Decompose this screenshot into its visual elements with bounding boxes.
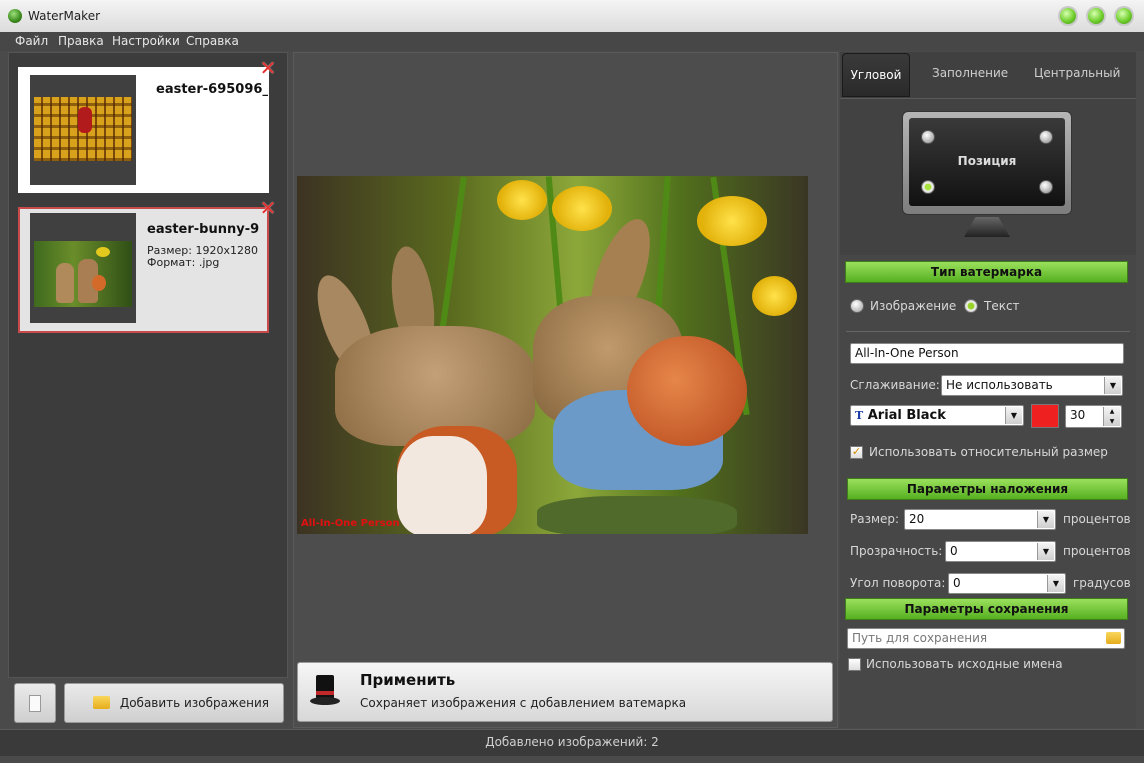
status-bar: Добавлено изображений: 2 bbox=[0, 729, 1144, 756]
tab-center[interactable]: Центральный bbox=[1034, 66, 1120, 80]
angle-label: Угол поворота: bbox=[850, 576, 946, 590]
chevron-down-icon: ▼ bbox=[1037, 543, 1054, 560]
apply-button[interactable]: Применить Сохраняет изображения с добавл… bbox=[297, 662, 833, 722]
add-images-button[interactable]: Добавить изображения bbox=[64, 683, 284, 723]
truetype-font-icon: T bbox=[855, 409, 864, 422]
browse-folder-icon[interactable] bbox=[1106, 632, 1121, 644]
opacity-value: 0 bbox=[950, 544, 958, 558]
position-selector: Позиция bbox=[840, 98, 1136, 255]
save-path-input[interactable]: Путь для сохранения bbox=[847, 628, 1125, 649]
size-label: Размер: bbox=[850, 512, 900, 526]
size-unit: процентов bbox=[1063, 512, 1131, 526]
relative-size-label[interactable]: Использовать относительный размер bbox=[869, 445, 1108, 459]
image-thumbnail bbox=[30, 213, 136, 323]
original-names-checkbox[interactable] bbox=[848, 658, 861, 671]
image-list-item[interactable]: easter-695096_... bbox=[18, 67, 269, 193]
menu-help[interactable]: Справка bbox=[186, 34, 239, 48]
magic-hat-icon bbox=[310, 675, 340, 707]
angle-select[interactable]: 0 ▼ bbox=[948, 573, 1066, 594]
document-icon bbox=[29, 695, 41, 712]
watermark-text-input[interactable]: All-In-One Person bbox=[850, 343, 1124, 364]
maximize-button[interactable] bbox=[1086, 6, 1106, 26]
size-value: 20 bbox=[909, 512, 925, 526]
menu-edit[interactable]: Правка bbox=[58, 34, 104, 48]
chevron-down-icon: ▼ bbox=[1005, 407, 1022, 424]
position-label: Позиция bbox=[957, 154, 1017, 168]
add-images-label: Добавить изображения bbox=[119, 696, 269, 710]
remove-image-icon[interactable]: ✕ bbox=[259, 58, 277, 78]
type-image-radio[interactable] bbox=[850, 299, 864, 313]
original-names-label[interactable]: Использовать исходные имена bbox=[866, 657, 1063, 671]
apply-title: Применить bbox=[360, 671, 456, 689]
type-text-label[interactable]: Текст bbox=[984, 299, 1020, 313]
font-size-spinbox[interactable]: 30 ▲ ▼ bbox=[1065, 405, 1122, 428]
type-text-radio[interactable] bbox=[964, 299, 978, 313]
menu-settings[interactable]: Настройки bbox=[112, 34, 180, 48]
image-file-name: easter-695096_... bbox=[156, 82, 268, 97]
folder-icon bbox=[93, 696, 110, 709]
relative-size-checkbox[interactable]: ✓ bbox=[850, 446, 863, 459]
app-logo-icon bbox=[8, 9, 22, 23]
new-document-button[interactable] bbox=[14, 683, 56, 723]
type-image-label[interactable]: Изображение bbox=[870, 299, 956, 313]
app-window: WaterMaker Файл Правка Настройки Справка… bbox=[0, 0, 1144, 763]
angle-unit: градусов bbox=[1073, 576, 1131, 590]
opacity-unit: процентов bbox=[1063, 544, 1131, 558]
font-size-value: 30 bbox=[1070, 408, 1086, 422]
image-format: Формат: .jpg bbox=[147, 256, 220, 269]
position-mode-tabs: Угловой Заполнение Центральный bbox=[840, 52, 1136, 98]
settings-panel: Угловой Заполнение Центральный Позиция Т… bbox=[840, 52, 1136, 728]
close-button[interactable] bbox=[1114, 6, 1134, 26]
image-file-name: easter-bunny-9... bbox=[147, 222, 259, 237]
menu-file[interactable]: Файл bbox=[15, 34, 48, 48]
overlay-params-header: Параметры наложения bbox=[847, 478, 1128, 500]
apply-description: Сохраняет изображения с добавлением вате… bbox=[360, 696, 687, 710]
position-bottom-right-radio[interactable] bbox=[1039, 180, 1053, 194]
size-select[interactable]: 20 ▼ bbox=[904, 509, 1056, 530]
angle-value: 0 bbox=[953, 576, 961, 590]
tab-corner[interactable]: Угловой bbox=[842, 53, 910, 97]
font-select[interactable]: T Arial Black ▼ bbox=[850, 405, 1024, 426]
preview-panel: All-In-One Person Применить Сохраняет из… bbox=[293, 52, 838, 728]
save-params-header: Параметры сохранения bbox=[845, 598, 1128, 620]
title-bar: WaterMaker bbox=[0, 0, 1144, 33]
position-bottom-left-radio[interactable] bbox=[921, 180, 935, 194]
position-top-right-radio[interactable] bbox=[1039, 130, 1053, 144]
image-list-item-selected[interactable]: easter-bunny-9... Размер: 1920x1280 Форм… bbox=[18, 207, 269, 333]
spin-arrows-icon[interactable]: ▲ ▼ bbox=[1103, 407, 1120, 426]
preview-image[interactable]: All-In-One Person bbox=[297, 176, 808, 534]
watermark-overlay-text: All-In-One Person bbox=[301, 518, 400, 529]
text-color-swatch[interactable] bbox=[1031, 404, 1059, 428]
image-thumbnail bbox=[30, 75, 136, 185]
smoothing-label: Сглаживание: bbox=[850, 378, 940, 392]
smoothing-select[interactable]: Не использовать ▼ bbox=[941, 375, 1123, 396]
tab-fill[interactable]: Заполнение bbox=[932, 66, 1008, 80]
smoothing-value: Не использовать bbox=[946, 378, 1053, 392]
menu-bar: Файл Правка Настройки Справка bbox=[0, 32, 1144, 51]
window-title: WaterMaker bbox=[28, 9, 101, 23]
monitor-icon: Позиция bbox=[902, 111, 1072, 215]
save-path-placeholder: Путь для сохранения bbox=[852, 631, 988, 645]
chevron-down-icon: ▼ bbox=[1104, 377, 1121, 394]
remove-image-icon[interactable]: ✕ bbox=[259, 198, 277, 218]
opacity-label: Прозрачность: bbox=[850, 544, 943, 558]
watermark-type-header: Тип ватермарка bbox=[845, 261, 1128, 283]
font-value: Arial Black bbox=[867, 408, 946, 423]
monitor-stand bbox=[964, 217, 1010, 237]
opacity-select[interactable]: 0 ▼ bbox=[945, 541, 1056, 562]
chevron-down-icon: ▼ bbox=[1037, 511, 1054, 528]
chevron-down-icon: ▼ bbox=[1047, 575, 1064, 592]
divider bbox=[846, 331, 1130, 332]
image-list-panel: easter-695096_... ✕ easter-bunny-9... Ра… bbox=[8, 52, 288, 678]
minimize-button[interactable] bbox=[1058, 6, 1078, 26]
position-top-left-radio[interactable] bbox=[921, 130, 935, 144]
